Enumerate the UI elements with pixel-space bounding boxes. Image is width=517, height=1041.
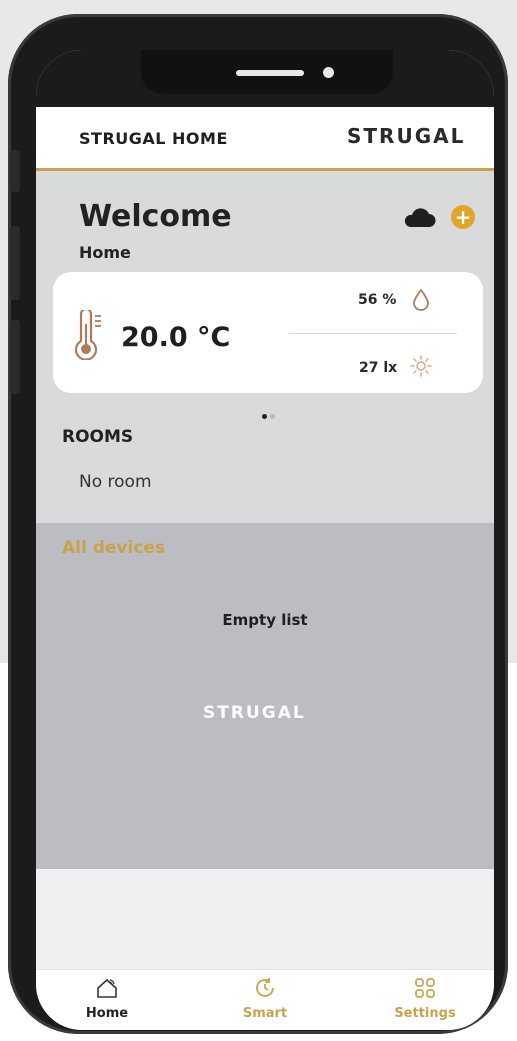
phone-frame: STRUGAL HOME STRUGAL Welcome Home + 20.0…	[8, 14, 508, 1034]
page-dot-active	[262, 414, 267, 419]
home-icon	[52, 976, 162, 1004]
refresh-clock-icon	[210, 976, 320, 1004]
home-content: Welcome Home + 20.0 °C 56 % 27 lx ROOMS …	[36, 171, 494, 523]
strugal-logo-watermark: STRUGAL	[203, 701, 333, 727]
volume-up-button	[10, 226, 20, 300]
temperature-value: 20.0 °C	[121, 322, 231, 353]
droplet-icon	[411, 288, 431, 316]
logo-text: STRUGAL	[347, 125, 465, 147]
tab-settings-label: Settings	[394, 1006, 456, 1021]
add-button[interactable]: +	[451, 205, 475, 229]
bottom-tab-bar: Home Smart Settings	[36, 969, 494, 1030]
cloud-icon[interactable]	[402, 208, 436, 232]
sun-icon	[409, 354, 433, 382]
page-indicator	[262, 404, 278, 423]
tab-settings[interactable]: Settings	[370, 970, 480, 1030]
humidity-value: 56 %	[358, 292, 397, 308]
app-header: STRUGAL HOME STRUGAL	[36, 107, 494, 171]
welcome-title: Welcome	[79, 199, 232, 234]
phone-screen: STRUGAL HOME STRUGAL Welcome Home + 20.0…	[36, 50, 494, 1030]
tab-home[interactable]: Home	[52, 970, 162, 1030]
all-devices-title[interactable]: All devices	[62, 538, 165, 558]
volume-down-button	[10, 320, 20, 394]
grid-icon	[370, 976, 480, 1004]
speaker	[236, 70, 304, 76]
light-value: 27 lx	[359, 360, 398, 376]
strugal-logo: STRUGAL	[347, 124, 479, 151]
sensor-divider	[289, 333, 457, 334]
rooms-title: ROOMS	[62, 427, 134, 447]
watermark-text: STRUGAL	[203, 703, 306, 723]
blank-area	[36, 869, 494, 969]
tab-smart[interactable]: Smart	[210, 970, 320, 1030]
tab-smart-label: Smart	[242, 1006, 288, 1021]
sensor-card[interactable]: 20.0 °C 56 % 27 lx	[53, 272, 483, 393]
page-dot	[270, 414, 275, 419]
status-bar	[36, 50, 494, 107]
mute-switch	[10, 150, 20, 192]
app-title: STRUGAL HOME	[79, 129, 228, 148]
home-name[interactable]: Home	[79, 243, 131, 262]
tab-home-label: Home	[85, 1006, 129, 1021]
thermometer-icon	[73, 307, 105, 364]
front-camera	[323, 67, 334, 78]
no-room-text: No room	[79, 472, 152, 492]
devices-section: All devices Empty list STRUGAL	[36, 523, 494, 869]
empty-list-text: Empty list	[222, 611, 308, 629]
